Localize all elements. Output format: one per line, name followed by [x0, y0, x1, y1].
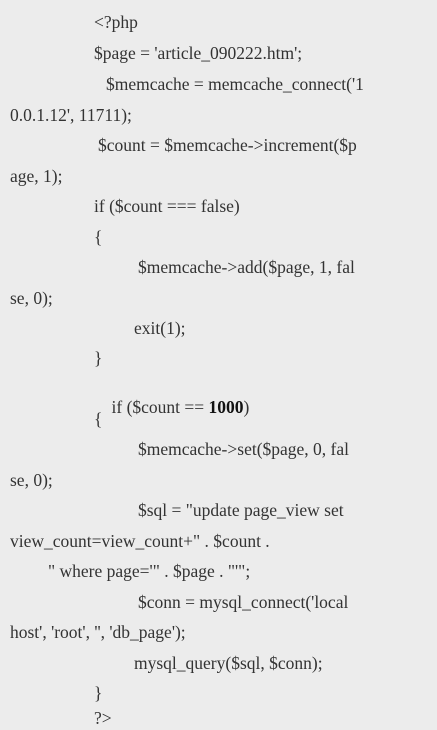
- code-line: $page = 'article_090222.htm';: [94, 43, 303, 63]
- code-line: $count = $memcache->increment($p: [98, 135, 357, 155]
- code-line: }: [94, 348, 103, 368]
- code-line: if ($count === false): [94, 196, 240, 216]
- code-line: age, 1);: [10, 166, 63, 186]
- php-code-block: <?php $page = 'article_090222.htm'; $mem…: [0, 0, 437, 730]
- code-line: " where page='" . $page . "'";: [48, 561, 251, 581]
- code-line: {: [94, 227, 103, 247]
- code-line: $memcache = memcache_connect('1: [106, 74, 364, 94]
- code-line: if ($count == 1000): [94, 381, 250, 434]
- code-line: {: [94, 409, 103, 429]
- code-line: host', 'root', '', 'db_page');: [10, 622, 186, 642]
- code-line: $memcache->add($page, 1, fal: [138, 257, 355, 277]
- code-line: exit(1);: [134, 318, 186, 338]
- code-line: $sql = "update page_view set: [138, 500, 344, 520]
- code-line: 0.0.1.12', 11711);: [10, 105, 132, 125]
- code-line: <?php: [94, 12, 138, 32]
- code-line: view_count=view_count+" . $count .: [10, 531, 270, 551]
- code-text: if ($count ==: [111, 396, 209, 417]
- code-line: }: [94, 683, 103, 703]
- code-line: se, 0);: [10, 470, 53, 490]
- code-text: ): [243, 396, 250, 417]
- code-line: ?>: [94, 708, 112, 728]
- code-line: mysql_query($sql, $conn);: [134, 653, 323, 673]
- code-line: $memcache->set($page, 0, fal: [138, 439, 350, 459]
- code-line: se, 0);: [10, 288, 53, 308]
- code-line: $conn = mysql_connect('local: [138, 592, 349, 612]
- numeric-literal: 1000: [208, 396, 244, 417]
